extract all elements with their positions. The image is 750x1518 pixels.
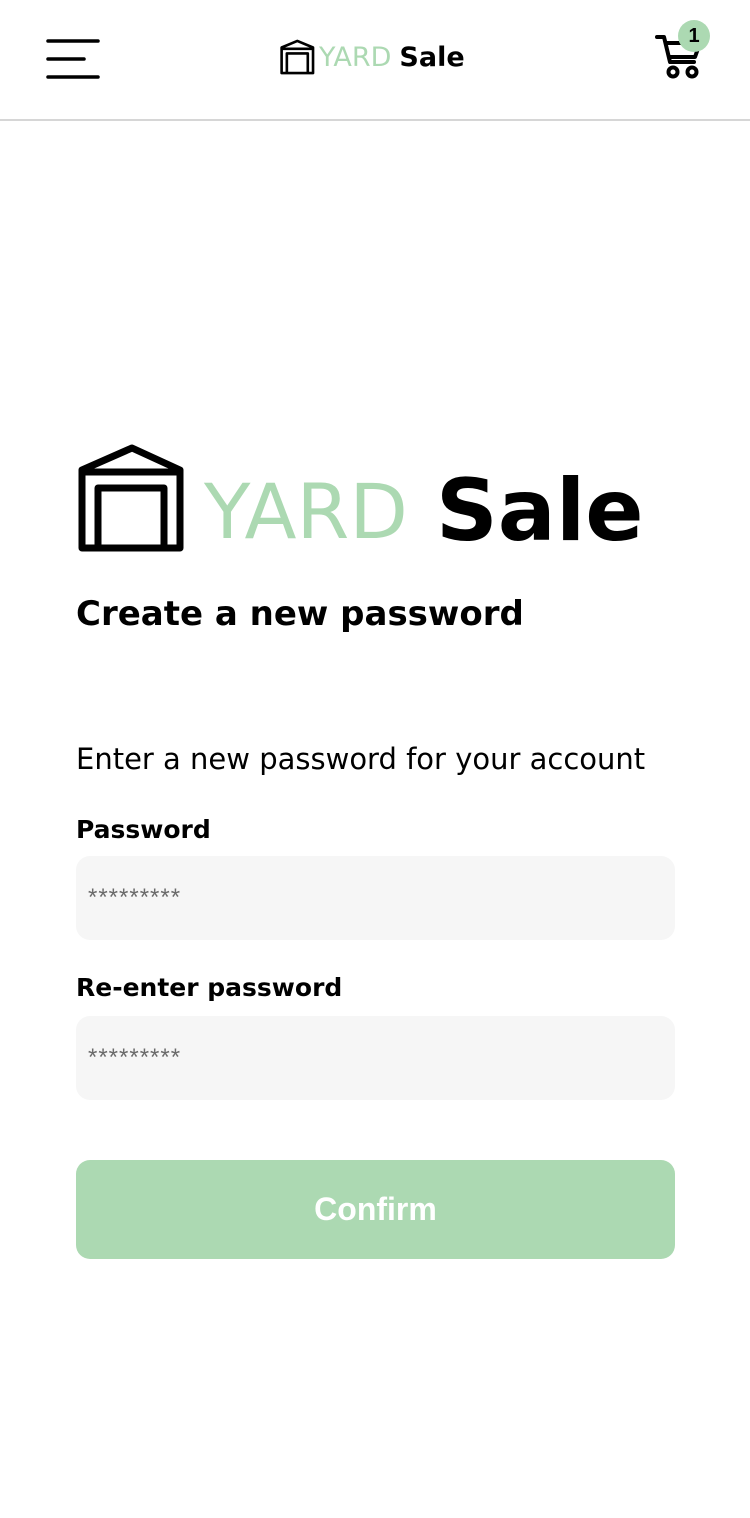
logo-sale-text: Sale	[435, 461, 644, 561]
reenter-password-input[interactable]	[76, 1016, 675, 1100]
password-input[interactable]	[76, 856, 675, 940]
logo-house-icon	[280, 39, 315, 75]
reenter-password-label: Re-enter password	[76, 973, 343, 1002]
logo-house-icon	[78, 444, 184, 552]
logo-sale-text: Sale	[399, 41, 465, 73]
cart-count-badge: 1	[678, 20, 710, 52]
header-logo[interactable]: YARD Sale	[279, 38, 465, 76]
top-header: YARD Sale 1	[0, 0, 750, 121]
confirm-button[interactable]: Confirm	[76, 1160, 675, 1259]
menu-icon	[46, 39, 100, 79]
logo-yard-text: YARD	[319, 41, 392, 73]
password-label: Password	[76, 815, 211, 844]
cart-button[interactable]: 1	[654, 20, 710, 82]
page-title: Create a new password	[76, 594, 524, 634]
menu-button[interactable]	[46, 38, 100, 82]
page-subtitle: Enter a new password for your account	[76, 742, 646, 776]
main-logo: YARD Sale	[76, 440, 644, 561]
logo-yard-text: YARD	[204, 467, 408, 556]
